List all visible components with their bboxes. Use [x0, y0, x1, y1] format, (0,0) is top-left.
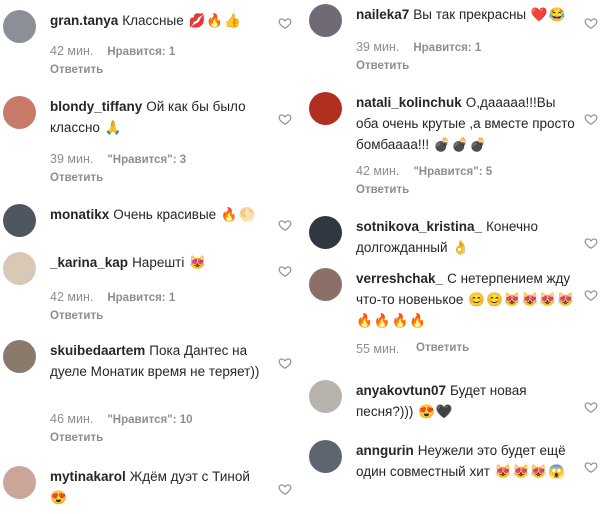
avatar[interactable]	[309, 92, 342, 125]
like-heart-icon[interactable]	[278, 356, 292, 370]
reply-button[interactable]: Ответить	[50, 310, 103, 322]
likes-count[interactable]: "Нравится": 3	[107, 154, 186, 166]
username-link[interactable]: skuibedaartem	[50, 343, 145, 358]
username-link[interactable]: mytinakarol	[50, 469, 126, 484]
comments-column-right: naileka7 Вы так прекрасны ❤️😂 39 мин. Нрави…	[306, 0, 606, 514]
avatar[interactable]	[3, 204, 36, 237]
comment-body: _karina_kap Нарешті 😻	[50, 252, 270, 273]
comment-body: blondy_tiffany Ой как бы было классно 🙏	[50, 96, 270, 138]
comment-text: Классные	[122, 13, 184, 28]
username-link[interactable]: _karina_kap	[50, 255, 128, 270]
like-heart-icon[interactable]	[278, 112, 292, 126]
username-link[interactable]: blondy_tiffany	[50, 99, 142, 114]
avatar[interactable]	[3, 466, 36, 499]
comment-meta: 55 мин.	[356, 342, 413, 356]
reply-button[interactable]: Ответить	[356, 60, 409, 72]
comment-text: Ждём дуэт с Тиной	[129, 469, 250, 484]
username-link[interactable]: naileka7	[356, 7, 409, 22]
comment-emoji: 💋🔥👍	[183, 13, 242, 28]
comment-time[interactable]: 42 мин.	[50, 290, 93, 304]
username-link[interactable]: sotnikova_kristina_	[356, 219, 482, 234]
comment-meta: 42 мин. Нравится: 1	[50, 290, 175, 304]
reply-button[interactable]: Ответить	[50, 432, 103, 444]
comment-meta: 39 мин. Нравится: 1	[356, 40, 481, 54]
comment-emoji: 😻😻😻😱	[489, 464, 566, 479]
comment-time[interactable]: 39 мин.	[50, 152, 93, 166]
comment-body: naileka7 Вы так прекрасны ❤️😂	[356, 4, 576, 25]
comment-body: verreshchak_ С нетерпением жду что-то нов…	[356, 268, 576, 331]
comment-time[interactable]: 42 мин.	[356, 164, 399, 178]
like-heart-icon[interactable]	[584, 16, 598, 30]
username-link[interactable]: natali_kolinchuk	[356, 95, 462, 110]
comment-emoji: 😍🖤	[413, 404, 454, 419]
avatar[interactable]	[3, 340, 36, 373]
like-heart-icon[interactable]	[584, 400, 598, 414]
avatar[interactable]	[3, 10, 36, 43]
likes-count[interactable]: "Нравится": 5	[413, 166, 492, 178]
comment-text: Вы так прекрасны	[413, 7, 527, 22]
like-heart-icon[interactable]	[584, 288, 598, 302]
avatar[interactable]	[309, 268, 342, 301]
username-link[interactable]: anngurin	[356, 443, 414, 458]
comment-body: skuibedaartem Пока Дантес на дуеле Монати…	[50, 340, 270, 382]
comment-text: Очень красивые	[113, 207, 217, 222]
likes-count[interactable]: Нравится: 1	[107, 292, 175, 304]
comment-text: Нарешті	[132, 255, 185, 270]
like-heart-icon[interactable]	[584, 460, 598, 474]
like-heart-icon[interactable]	[278, 16, 292, 30]
comment-body: anngurin Неужели это будет ещё один совме…	[356, 440, 576, 482]
comments-column-left: gran.tanya Классные 💋🔥👍 42 мин. Нравится: 1…	[0, 0, 300, 514]
likes-count[interactable]: Нравится: 1	[107, 46, 175, 58]
comment-body: mytinakarol Ждём дуэт с Тиной 😍	[50, 466, 270, 508]
comment-time[interactable]: 46 мин.	[50, 412, 93, 426]
likes-count[interactable]: "Нравится": 10	[107, 414, 192, 426]
comment-time[interactable]: 42 мин.	[50, 44, 93, 58]
like-heart-icon[interactable]	[584, 112, 598, 126]
avatar[interactable]	[309, 440, 342, 473]
like-heart-icon[interactable]	[278, 264, 292, 278]
comment-body: anyakovtun07 Будет новая песня?))) 😍🖤	[356, 380, 576, 422]
comment-emoji: 🔥🌕	[216, 207, 257, 222]
username-link[interactable]: verreshchak_	[356, 271, 443, 286]
username-link[interactable]: gran.tanya	[50, 13, 118, 28]
comment-meta: 46 мин. "Нравится": 10	[50, 412, 193, 426]
reply-button[interactable]: Ответить	[50, 64, 103, 76]
username-link[interactable]: anyakovtun07	[356, 383, 446, 398]
avatar[interactable]	[3, 96, 36, 129]
comment-meta: 39 мин. "Нравится": 3	[50, 152, 186, 166]
reply-button[interactable]: Ответить	[356, 184, 409, 196]
comment-body: monatikx Очень красивые 🔥🌕	[50, 204, 270, 225]
comment-emoji: 😻	[184, 255, 207, 270]
like-heart-icon[interactable]	[278, 218, 292, 232]
reply-button[interactable]: Ответить	[416, 342, 469, 354]
comment-body: sotnikova_kristina_ Конечно долгожданный …	[356, 216, 576, 258]
comment-emoji: ❤️😂	[526, 7, 567, 22]
like-heart-icon[interactable]	[584, 236, 598, 250]
comment-time[interactable]: 39 мин.	[356, 40, 399, 54]
avatar[interactable]	[309, 216, 342, 249]
comment-emoji: 🙏	[99, 120, 123, 135]
comment-emoji: 👌	[447, 240, 471, 255]
username-link[interactable]: monatikx	[50, 207, 109, 222]
comment-time[interactable]: 55 мин.	[356, 342, 399, 356]
avatar[interactable]	[3, 252, 36, 285]
comment-body: natali_kolinchuk О,дааааа!!!Вы оба очень …	[356, 92, 576, 155]
avatar[interactable]	[309, 4, 342, 37]
likes-count[interactable]: Нравится: 1	[413, 42, 481, 54]
comment-emoji: 💣💣💣	[429, 137, 488, 152]
like-heart-icon[interactable]	[278, 482, 292, 496]
reply-button[interactable]: Ответить	[50, 172, 103, 184]
comment-meta: 42 мин. "Нравится": 5	[356, 164, 492, 178]
comment-body: gran.tanya Классные 💋🔥👍	[50, 10, 270, 31]
comment-emoji: 😍	[50, 490, 68, 505]
comment-meta: 42 мин. Нравится: 1	[50, 44, 175, 58]
avatar[interactable]	[309, 380, 342, 413]
